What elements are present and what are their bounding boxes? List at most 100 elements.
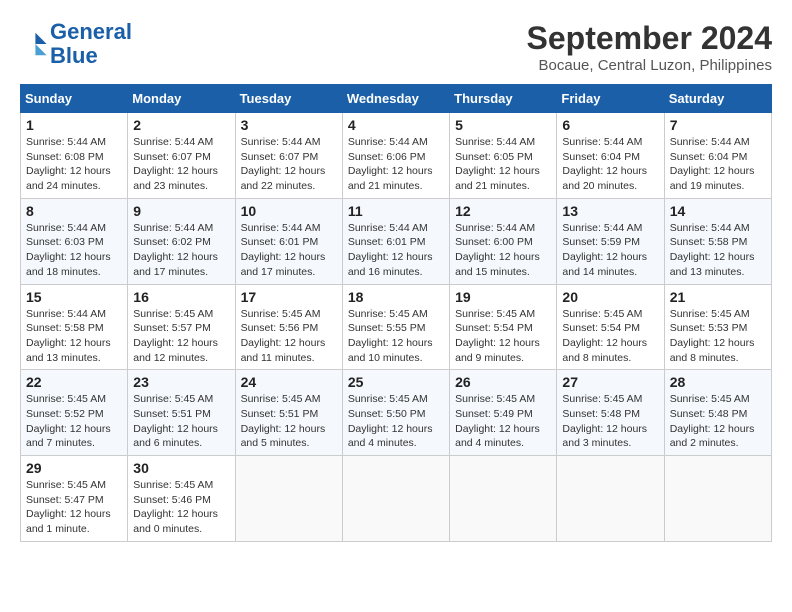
logo-line2: Blue — [50, 43, 98, 68]
day-detail: Sunrise: 5:44 AMSunset: 6:08 PMDaylight:… — [26, 135, 122, 194]
calendar-day-cell — [450, 456, 557, 542]
weekday-header-cell: Sunday — [21, 85, 128, 113]
day-detail: Sunrise: 5:45 AMSunset: 5:48 PMDaylight:… — [562, 392, 658, 451]
day-number: 27 — [562, 374, 658, 390]
day-number: 23 — [133, 374, 229, 390]
day-number: 25 — [348, 374, 444, 390]
day-detail: Sunrise: 5:45 AMSunset: 5:55 PMDaylight:… — [348, 307, 444, 366]
calendar-day-cell: 6 Sunrise: 5:44 AMSunset: 6:04 PMDaylight… — [557, 113, 664, 199]
calendar-day-cell: 9Sunrise: 5:44 AMSunset: 6:02 PMDaylight… — [128, 198, 235, 284]
calendar-table: SundayMondayTuesdayWednesdayThursdayFrid… — [20, 84, 772, 542]
calendar-day-cell: 12Sunrise: 5:44 AMSunset: 6:00 PMDayligh… — [450, 198, 557, 284]
page-header: General Blue September 2024 Bocaue, Cent… — [20, 20, 772, 74]
day-number: 11 — [348, 203, 444, 219]
day-number: 29 — [26, 460, 122, 476]
day-detail: Sunrise: 5:44 AMSunset: 6:01 PMDaylight:… — [348, 221, 444, 280]
day-number: 24 — [241, 374, 337, 390]
calendar-day-cell: 30 Sunrise: 5:45 AMSunset: 5:46 PMDayligh… — [128, 456, 235, 542]
calendar-day-cell: 21 Sunrise: 5:45 AMSunset: 5:53 PMDayligh… — [664, 284, 771, 370]
calendar-day-cell — [342, 456, 449, 542]
day-detail: Sunrise: 5:44 AMSunset: 6:06 PMDaylight:… — [348, 135, 444, 194]
day-detail: Sunrise: 5:44 AMSunset: 6:02 PMDaylight:… — [133, 221, 229, 280]
day-detail: Sunrise: 5:44 AMSunset: 5:58 PMDaylight:… — [670, 221, 766, 280]
calendar-day-cell: 7 Sunrise: 5:44 AMSunset: 6:04 PMDaylight… — [664, 113, 771, 199]
calendar-week-row: 15 Sunrise: 5:44 AMSunset: 5:58 PMDayligh… — [21, 284, 772, 370]
day-detail: Sunrise: 5:45 AMSunset: 5:54 PMDaylight:… — [455, 307, 551, 366]
day-detail: Sunrise: 5:45 AMSunset: 5:51 PMDaylight:… — [133, 392, 229, 451]
calendar-day-cell: 18 Sunrise: 5:45 AMSunset: 5:55 PMDayligh… — [342, 284, 449, 370]
weekday-header-row: SundayMondayTuesdayWednesdayThursdayFrid… — [21, 85, 772, 113]
day-number: 18 — [348, 289, 444, 305]
calendar-week-row: 8 Sunrise: 5:44 AMSunset: 6:03 PMDaylight… — [21, 198, 772, 284]
calendar-day-cell: 24Sunrise: 5:45 AMSunset: 5:51 PMDayligh… — [235, 370, 342, 456]
day-number: 16 — [133, 289, 229, 305]
calendar-day-cell: 25Sunrise: 5:45 AMSunset: 5:50 PMDayligh… — [342, 370, 449, 456]
calendar-day-cell: 15 Sunrise: 5:44 AMSunset: 5:58 PMDayligh… — [21, 284, 128, 370]
day-detail: Sunrise: 5:45 AMSunset: 5:52 PMDaylight:… — [26, 392, 122, 451]
calendar-day-cell: 4Sunrise: 5:44 AMSunset: 6:06 PMDaylight… — [342, 113, 449, 199]
day-detail: Sunrise: 5:45 AMSunset: 5:49 PMDaylight:… — [455, 392, 551, 451]
logo-text: General Blue — [50, 20, 132, 68]
day-detail: Sunrise: 5:45 AMSunset: 5:56 PMDaylight:… — [241, 307, 337, 366]
day-number: 15 — [26, 289, 122, 305]
calendar-day-cell: 26 Sunrise: 5:45 AMSunset: 5:49 PMDayligh… — [450, 370, 557, 456]
day-detail: Sunrise: 5:44 AMSunset: 6:07 PMDaylight:… — [241, 135, 337, 194]
calendar-week-row: 29 Sunrise: 5:45 AMSunset: 5:47 PMDayligh… — [21, 456, 772, 542]
weekday-header-cell: Friday — [557, 85, 664, 113]
day-number: 3 — [241, 117, 337, 133]
calendar-day-cell: 29 Sunrise: 5:45 AMSunset: 5:47 PMDayligh… — [21, 456, 128, 542]
day-number: 7 — [670, 117, 766, 133]
calendar-day-cell: 8 Sunrise: 5:44 AMSunset: 6:03 PMDaylight… — [21, 198, 128, 284]
day-number: 17 — [241, 289, 337, 305]
calendar-day-cell: 28Sunrise: 5:45 AMSunset: 5:48 PMDayligh… — [664, 370, 771, 456]
day-detail: Sunrise: 5:45 AMSunset: 5:47 PMDaylight:… — [26, 478, 122, 537]
day-number: 30 — [133, 460, 229, 476]
calendar-day-cell: 22 Sunrise: 5:45 AMSunset: 5:52 PMDayligh… — [21, 370, 128, 456]
day-detail: Sunrise: 5:44 AMSunset: 5:58 PMDaylight:… — [26, 307, 122, 366]
month-title: September 2024 — [527, 20, 772, 57]
calendar-day-cell: 19Sunrise: 5:45 AMSunset: 5:54 PMDayligh… — [450, 284, 557, 370]
logo: General Blue — [20, 20, 132, 68]
calendar-day-cell: 23 Sunrise: 5:45 AMSunset: 5:51 PMDayligh… — [128, 370, 235, 456]
logo-line1: General — [50, 19, 132, 44]
calendar-day-cell: 20Sunrise: 5:45 AMSunset: 5:54 PMDayligh… — [557, 284, 664, 370]
calendar-day-cell: 14Sunrise: 5:44 AMSunset: 5:58 PMDayligh… — [664, 198, 771, 284]
day-detail: Sunrise: 5:44 AMSunset: 5:59 PMDaylight:… — [562, 221, 658, 280]
calendar-week-row: 1 Sunrise: 5:44 AMSunset: 6:08 PMDaylight… — [21, 113, 772, 199]
day-detail: Sunrise: 5:45 AMSunset: 5:57 PMDaylight:… — [133, 307, 229, 366]
weekday-header-cell: Wednesday — [342, 85, 449, 113]
calendar-day-cell: 11 Sunrise: 5:44 AMSunset: 6:01 PMDayligh… — [342, 198, 449, 284]
day-number: 21 — [670, 289, 766, 305]
calendar-day-cell: 10 Sunrise: 5:44 AMSunset: 6:01 PMDayligh… — [235, 198, 342, 284]
title-block: September 2024 Bocaue, Central Luzon, Ph… — [527, 20, 772, 74]
day-number: 5 — [455, 117, 551, 133]
day-detail: Sunrise: 5:44 AMSunset: 6:00 PMDaylight:… — [455, 221, 551, 280]
day-number: 22 — [26, 374, 122, 390]
calendar-day-cell: 3 Sunrise: 5:44 AMSunset: 6:07 PMDaylight… — [235, 113, 342, 199]
day-detail: Sunrise: 5:44 AMSunset: 6:04 PMDaylight:… — [562, 135, 658, 194]
logo-icon — [20, 30, 48, 58]
day-number: 13 — [562, 203, 658, 219]
day-detail: Sunrise: 5:44 AMSunset: 6:04 PMDaylight:… — [670, 135, 766, 194]
calendar-day-cell: 16 Sunrise: 5:45 AMSunset: 5:57 PMDayligh… — [128, 284, 235, 370]
location-subtitle: Bocaue, Central Luzon, Philippines — [527, 57, 772, 74]
day-number: 10 — [241, 203, 337, 219]
calendar-day-cell — [664, 456, 771, 542]
day-detail: Sunrise: 5:45 AMSunset: 5:48 PMDaylight:… — [670, 392, 766, 451]
calendar-day-cell: 17 Sunrise: 5:45 AMSunset: 5:56 PMDayligh… — [235, 284, 342, 370]
calendar-day-cell: 5 Sunrise: 5:44 AMSunset: 6:05 PMDaylight… — [450, 113, 557, 199]
day-detail: Sunrise: 5:44 AMSunset: 6:01 PMDaylight:… — [241, 221, 337, 280]
day-number: 26 — [455, 374, 551, 390]
day-number: 2 — [133, 117, 229, 133]
day-detail: Sunrise: 5:44 AMSunset: 6:03 PMDaylight:… — [26, 221, 122, 280]
day-detail: Sunrise: 5:45 AMSunset: 5:53 PMDaylight:… — [670, 307, 766, 366]
day-number: 8 — [26, 203, 122, 219]
day-number: 20 — [562, 289, 658, 305]
calendar-week-row: 22 Sunrise: 5:45 AMSunset: 5:52 PMDayligh… — [21, 370, 772, 456]
day-detail: Sunrise: 5:44 AMSunset: 6:05 PMDaylight:… — [455, 135, 551, 194]
day-number: 1 — [26, 117, 122, 133]
day-detail: Sunrise: 5:45 AMSunset: 5:46 PMDaylight:… — [133, 478, 229, 537]
weekday-header-cell: Saturday — [664, 85, 771, 113]
calendar-day-cell: 13 Sunrise: 5:44 AMSunset: 5:59 PMDayligh… — [557, 198, 664, 284]
day-number: 6 — [562, 117, 658, 133]
